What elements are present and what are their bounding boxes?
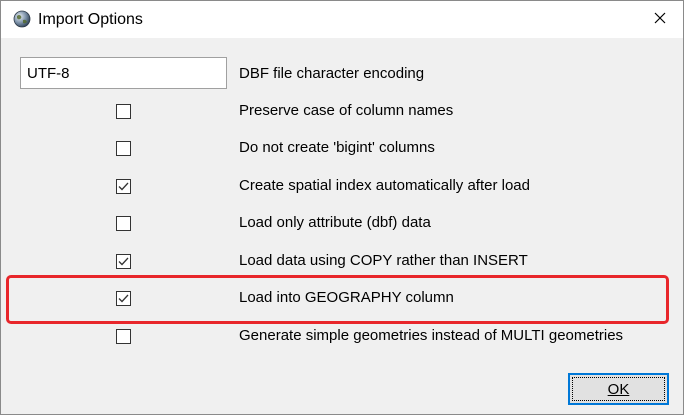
label-preserve-case: Preserve case of column names [239, 102, 454, 119]
encoding-label: DBF file character encoding [239, 65, 425, 82]
window-title: Import Options [38, 11, 143, 28]
checkbox-attribute-only[interactable] [116, 216, 131, 231]
label-spatial-index: Create spatial index automatically after… [239, 177, 530, 194]
label-no-bigint: Do not create 'bigint' columns [239, 139, 435, 156]
title-bar: Import Options [1, 1, 683, 38]
ok-button-label: OK [607, 380, 630, 398]
close-icon [654, 11, 666, 29]
import-options-dialog: Import Options DBF file character encodi… [0, 0, 684, 415]
label-attribute-only: Load only attribute (dbf) data [239, 214, 431, 231]
checkbox-simple-geometries[interactable] [116, 329, 131, 344]
checkbox-geography[interactable] [116, 291, 131, 306]
globe-icon [13, 10, 31, 28]
checkbox-use-copy[interactable] [116, 254, 131, 269]
label-simple-geometries: Generate simple geometries instead of MU… [239, 327, 624, 344]
checkbox-spatial-index[interactable] [116, 179, 131, 194]
dialog-body: DBF file character encoding Preserve cas… [1, 38, 683, 414]
close-button[interactable] [637, 1, 683, 38]
ok-button[interactable]: OK [568, 373, 669, 405]
checkbox-preserve-case[interactable] [116, 104, 131, 119]
encoding-input[interactable] [20, 57, 227, 89]
label-use-copy: Load data using COPY rather than INSERT [239, 252, 528, 269]
label-geography: Load into GEOGRAPHY column [239, 289, 454, 306]
checkbox-no-bigint[interactable] [116, 141, 131, 156]
